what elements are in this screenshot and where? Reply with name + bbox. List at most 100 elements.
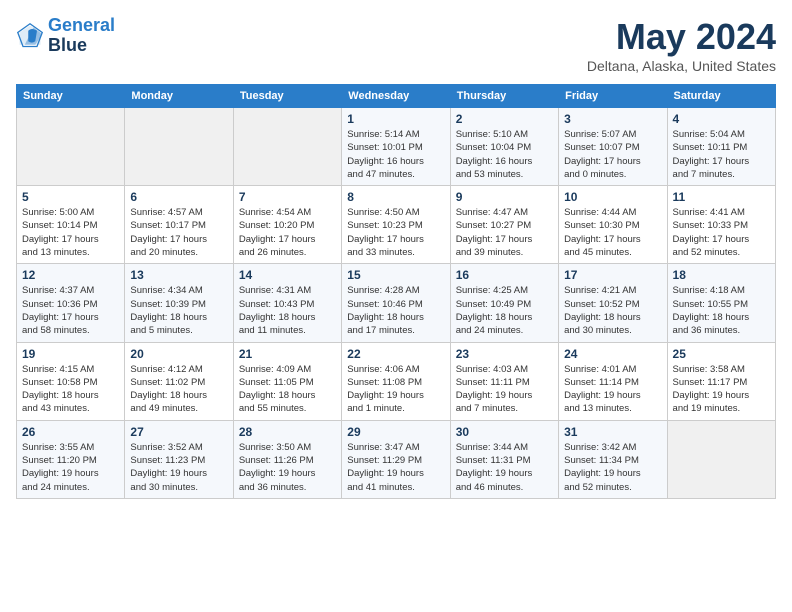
calendar-cell: 5 Sunrise: 5:00 AM Sunset: 10:14 PM Dayli… — [17, 186, 125, 264]
day-info: Sunrise: 3:44 AM Sunset: 11:31 PM Daylig… — [456, 441, 553, 494]
calendar-cell: 19 Sunrise: 4:15 AM Sunset: 10:58 PM Dayl… — [17, 342, 125, 420]
calendar-cell: 1 Sunrise: 5:14 AM Sunset: 10:01 PM Dayli… — [342, 108, 450, 186]
calendar-cell: 27Sunrise: 3:52 AM Sunset: 11:23 PM Dayl… — [125, 420, 233, 498]
day-info: Sunrise: 4:15 AM Sunset: 10:58 PM Daylig… — [22, 363, 119, 416]
day-header-wednesday: Wednesday — [342, 85, 450, 108]
calendar-cell — [125, 108, 233, 186]
calendar-cell: 18 Sunrise: 4:18 AM Sunset: 10:55 PM Dayl… — [667, 264, 775, 342]
day-info: Sunrise: 5:14 AM Sunset: 10:01 PM Daylig… — [347, 128, 444, 181]
day-number: 9 — [456, 190, 553, 204]
day-number: 25 — [673, 347, 770, 361]
calendar-cell: 15 Sunrise: 4:28 AM Sunset: 10:46 PM Dayl… — [342, 264, 450, 342]
day-number: 30 — [456, 425, 553, 439]
day-info: Sunrise: 4:01 AM Sunset: 11:14 PM Daylig… — [564, 363, 661, 416]
day-info: Sunrise: 4:41 AM Sunset: 10:33 PM Daylig… — [673, 206, 770, 259]
day-info: Sunrise: 4:03 AM Sunset: 11:11 PM Daylig… — [456, 363, 553, 416]
calendar-cell: 8Sunrise: 4:50 AM Sunset: 10:23 PM Dayli… — [342, 186, 450, 264]
day-number: 27 — [130, 425, 227, 439]
day-number: 18 — [673, 268, 770, 282]
calendar-week-5: 26 Sunrise: 3:55 AM Sunset: 11:20 PM Dayl… — [17, 420, 776, 498]
day-info: Sunrise: 4:44 AM Sunset: 10:30 PM Daylig… — [564, 206, 661, 259]
day-number: 1 — [347, 112, 444, 126]
calendar-cell: 13Sunrise: 4:34 AM Sunset: 10:39 PM Dayl… — [125, 264, 233, 342]
day-number: 4 — [673, 112, 770, 126]
page-header: GeneralBlue May 2024 Deltana, Alaska, Un… — [16, 16, 776, 74]
day-info: Sunrise: 5:07 AM Sunset: 10:07 PM Daylig… — [564, 128, 661, 181]
title-area: May 2024 Deltana, Alaska, United States — [587, 16, 776, 74]
calendar-cell: 6Sunrise: 4:57 AM Sunset: 10:17 PM Dayli… — [125, 186, 233, 264]
day-number: 19 — [22, 347, 119, 361]
day-info: Sunrise: 5:00 AM Sunset: 10:14 PM Daylig… — [22, 206, 119, 259]
day-info: Sunrise: 4:18 AM Sunset: 10:55 PM Daylig… — [673, 284, 770, 337]
day-number: 12 — [22, 268, 119, 282]
day-info: Sunrise: 4:21 AM Sunset: 10:52 PM Daylig… — [564, 284, 661, 337]
calendar-cell — [17, 108, 125, 186]
day-number: 23 — [456, 347, 553, 361]
logo-text: GeneralBlue — [48, 16, 115, 56]
calendar-cell: 22Sunrise: 4:06 AM Sunset: 11:08 PM Dayl… — [342, 342, 450, 420]
calendar-cell — [667, 420, 775, 498]
day-number: 26 — [22, 425, 119, 439]
day-info: Sunrise: 3:42 AM Sunset: 11:34 PM Daylig… — [564, 441, 661, 494]
calendar-week-2: 5 Sunrise: 5:00 AM Sunset: 10:14 PM Dayli… — [17, 186, 776, 264]
calendar-body: 1 Sunrise: 5:14 AM Sunset: 10:01 PM Dayli… — [17, 108, 776, 499]
day-info: Sunrise: 4:09 AM Sunset: 11:05 PM Daylig… — [239, 363, 336, 416]
day-info: Sunrise: 4:47 AM Sunset: 10:27 PM Daylig… — [456, 206, 553, 259]
calendar-cell: 20 Sunrise: 4:12 AM Sunset: 11:02 PM Dayl… — [125, 342, 233, 420]
day-number: 14 — [239, 268, 336, 282]
calendar-cell: 14 Sunrise: 4:31 AM Sunset: 10:43 PM Dayl… — [233, 264, 341, 342]
calendar-cell: 31 Sunrise: 3:42 AM Sunset: 11:34 PM Dayl… — [559, 420, 667, 498]
day-number: 2 — [456, 112, 553, 126]
day-info: Sunrise: 4:50 AM Sunset: 10:23 PM Daylig… — [347, 206, 444, 259]
day-number: 29 — [347, 425, 444, 439]
calendar-cell: 28Sunrise: 3:50 AM Sunset: 11:26 PM Dayl… — [233, 420, 341, 498]
day-info: Sunrise: 3:55 AM Sunset: 11:20 PM Daylig… — [22, 441, 119, 494]
day-number: 24 — [564, 347, 661, 361]
day-header-thursday: Thursday — [450, 85, 558, 108]
calendar-cell: 9 Sunrise: 4:47 AM Sunset: 10:27 PM Dayli… — [450, 186, 558, 264]
day-info: Sunrise: 4:37 AM Sunset: 10:36 PM Daylig… — [22, 284, 119, 337]
calendar-cell: 4 Sunrise: 5:04 AM Sunset: 10:11 PM Dayli… — [667, 108, 775, 186]
day-number: 5 — [22, 190, 119, 204]
calendar-cell: 2 Sunrise: 5:10 AM Sunset: 10:04 PM Dayli… — [450, 108, 558, 186]
day-info: Sunrise: 3:47 AM Sunset: 11:29 PM Daylig… — [347, 441, 444, 494]
calendar-cell: 30 Sunrise: 3:44 AM Sunset: 11:31 PM Dayl… — [450, 420, 558, 498]
day-number: 13 — [130, 268, 227, 282]
day-info: Sunrise: 4:28 AM Sunset: 10:46 PM Daylig… — [347, 284, 444, 337]
day-info: Sunrise: 4:31 AM Sunset: 10:43 PM Daylig… — [239, 284, 336, 337]
calendar-week-3: 12 Sunrise: 4:37 AM Sunset: 10:36 PM Dayl… — [17, 264, 776, 342]
calendar-cell: 12 Sunrise: 4:37 AM Sunset: 10:36 PM Dayl… — [17, 264, 125, 342]
day-info: Sunrise: 4:12 AM Sunset: 11:02 PM Daylig… — [130, 363, 227, 416]
day-header-sunday: Sunday — [17, 85, 125, 108]
calendar-week-1: 1 Sunrise: 5:14 AM Sunset: 10:01 PM Dayli… — [17, 108, 776, 186]
day-header-friday: Friday — [559, 85, 667, 108]
calendar-cell: 16Sunrise: 4:25 AM Sunset: 10:49 PM Dayl… — [450, 264, 558, 342]
day-number: 31 — [564, 425, 661, 439]
day-number: 16 — [456, 268, 553, 282]
day-number: 17 — [564, 268, 661, 282]
day-number: 15 — [347, 268, 444, 282]
logo: GeneralBlue — [16, 16, 115, 56]
day-number: 21 — [239, 347, 336, 361]
day-number: 7 — [239, 190, 336, 204]
calendar-cell: 24 Sunrise: 4:01 AM Sunset: 11:14 PM Dayl… — [559, 342, 667, 420]
day-info: Sunrise: 3:58 AM Sunset: 11:17 PM Daylig… — [673, 363, 770, 416]
location: Deltana, Alaska, United States — [587, 58, 776, 74]
day-header-saturday: Saturday — [667, 85, 775, 108]
calendar-cell: 21 Sunrise: 4:09 AM Sunset: 11:05 PM Dayl… — [233, 342, 341, 420]
calendar-cell: 25 Sunrise: 3:58 AM Sunset: 11:17 PM Dayl… — [667, 342, 775, 420]
calendar-cell: 17 Sunrise: 4:21 AM Sunset: 10:52 PM Dayl… — [559, 264, 667, 342]
day-number: 6 — [130, 190, 227, 204]
day-info: Sunrise: 5:10 AM Sunset: 10:04 PM Daylig… — [456, 128, 553, 181]
calendar-header-row: SundayMondayTuesdayWednesdayThursdayFrid… — [17, 85, 776, 108]
day-number: 3 — [564, 112, 661, 126]
calendar-cell: 3 Sunrise: 5:07 AM Sunset: 10:07 PM Dayli… — [559, 108, 667, 186]
logo-icon — [16, 22, 44, 50]
day-info: Sunrise: 4:54 AM Sunset: 10:20 PM Daylig… — [239, 206, 336, 259]
day-header-tuesday: Tuesday — [233, 85, 341, 108]
day-number: 20 — [130, 347, 227, 361]
day-number: 11 — [673, 190, 770, 204]
day-info: Sunrise: 4:06 AM Sunset: 11:08 PM Daylig… — [347, 363, 444, 416]
day-info: Sunrise: 3:50 AM Sunset: 11:26 PM Daylig… — [239, 441, 336, 494]
day-info: Sunrise: 5:04 AM Sunset: 10:11 PM Daylig… — [673, 128, 770, 181]
